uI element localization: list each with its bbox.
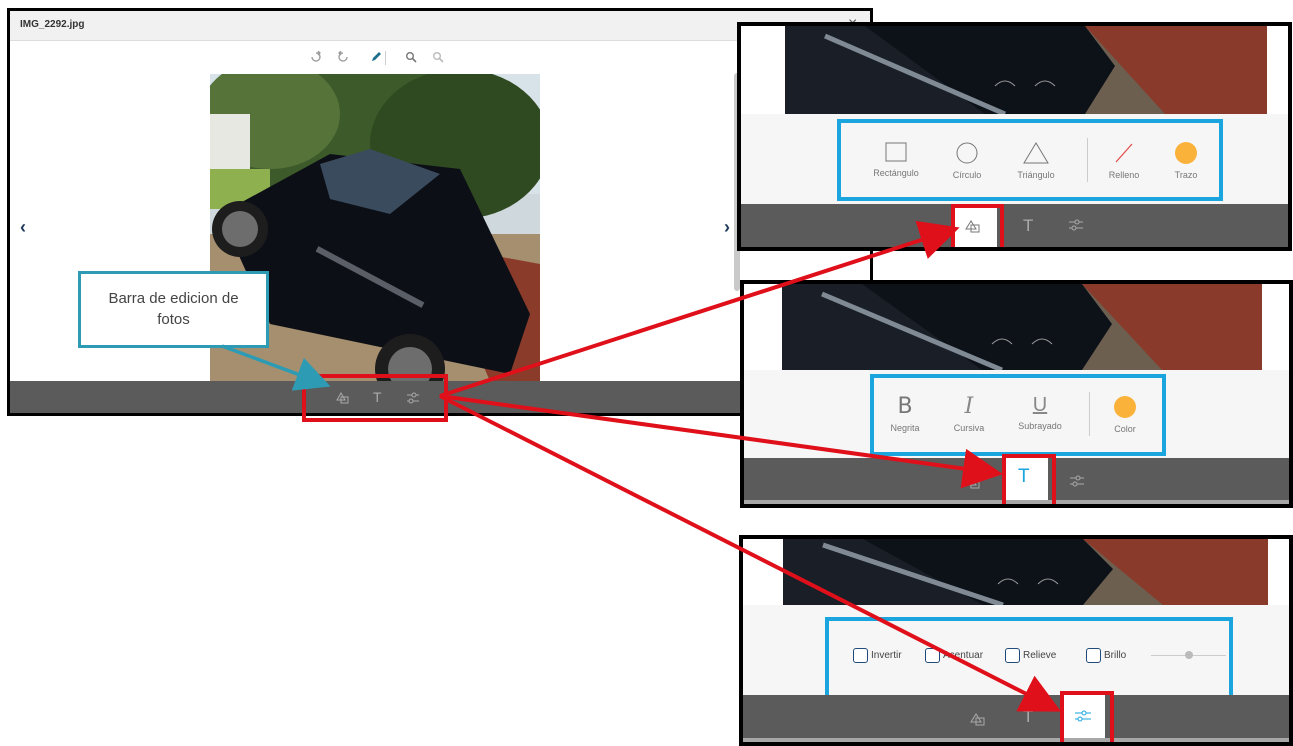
arrow-to-shapes-panel <box>439 220 960 398</box>
annotation-arrows <box>221 220 1062 712</box>
arrow-to-text-panel <box>439 394 1003 489</box>
callout-arrow <box>221 344 331 391</box>
arrow-to-adjust-panel <box>439 394 1062 712</box>
